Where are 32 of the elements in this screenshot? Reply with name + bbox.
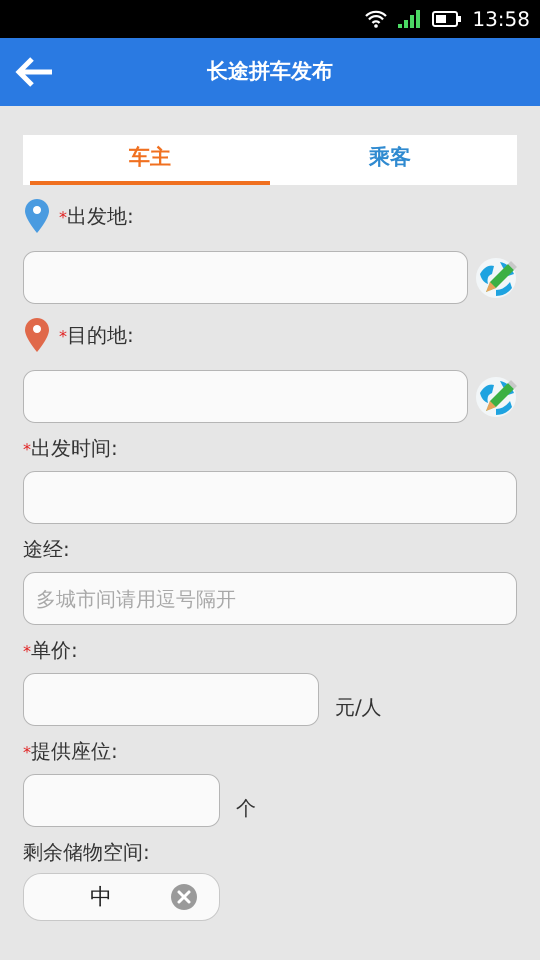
required-mark: * xyxy=(59,329,67,345)
tab[interactable]: 乘客 xyxy=(270,135,510,185)
required-mark: * xyxy=(59,210,67,226)
field-label: 出发地: xyxy=(67,206,134,226)
field-label: 单价: xyxy=(31,640,78,660)
map-pick-icon[interactable] xyxy=(474,374,518,418)
input-field[interactable] xyxy=(23,471,517,524)
field-label: 目的地: xyxy=(67,325,134,345)
storage-select[interactable]: 中 xyxy=(23,873,220,921)
required-mark: * xyxy=(23,745,31,761)
status-time: 13:58 xyxy=(472,6,530,33)
input-field[interactable] xyxy=(23,251,468,304)
unit-label: 个 xyxy=(236,795,256,822)
field-label: 提供座位: xyxy=(31,741,118,761)
unit-label: 元/人 xyxy=(335,694,382,721)
tab[interactable]: 车主 xyxy=(30,135,270,185)
battery-icon xyxy=(432,10,462,28)
input-field[interactable] xyxy=(23,370,468,423)
input-field[interactable] xyxy=(23,774,220,827)
required-mark: * xyxy=(23,644,31,660)
page-title: 长途拼车发布 xyxy=(207,58,333,86)
signal-icon xyxy=(398,10,422,28)
field-label: 出发时间: xyxy=(31,438,118,458)
map-pick-icon[interactable] xyxy=(474,256,518,300)
wifi-icon xyxy=(364,10,388,28)
back-icon[interactable] xyxy=(14,56,54,88)
clear-icon[interactable] xyxy=(171,884,197,910)
input-field[interactable]: 多城市间请用逗号隔开 xyxy=(23,572,517,625)
required-mark: * xyxy=(23,442,31,458)
field-label: 剩余储物空间: xyxy=(23,842,150,862)
input-field[interactable] xyxy=(23,673,319,726)
field-label: 途经: xyxy=(23,539,70,559)
